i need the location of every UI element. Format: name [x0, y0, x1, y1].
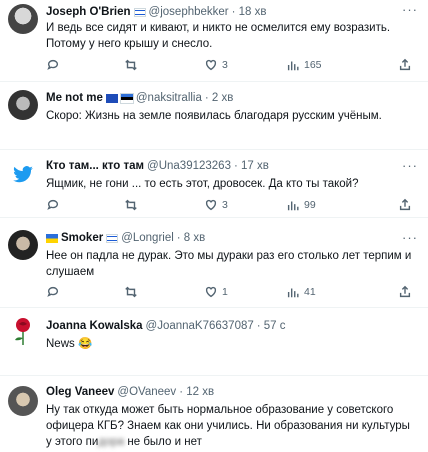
more-icon[interactable]: ···	[402, 230, 418, 245]
author-handle[interactable]: @OVaneev	[117, 386, 176, 398]
retweet-icon	[125, 59, 137, 71]
share-icon	[399, 285, 411, 298]
like-button[interactable]: 3	[204, 58, 228, 72]
reply-button[interactable]	[46, 58, 60, 72]
share-button[interactable]	[398, 198, 412, 212]
views-icon	[287, 288, 299, 298]
tweet-text: Ящмик, не гони ... то есть этот, дровосе…	[46, 178, 359, 190]
author-name[interactable]: Me not me	[46, 92, 103, 104]
tweet-text: News 😂	[46, 338, 93, 350]
avatar[interactable]	[8, 316, 38, 346]
tweet[interactable]: Joseph O'Brien @josephbekker · 18 хв ···…	[0, 0, 428, 82]
heart-icon	[205, 59, 217, 71]
tweet-time[interactable]: · 12 хв	[179, 386, 214, 398]
twitter-bird-icon	[13, 166, 33, 183]
author-handle[interactable]: @Longriel	[121, 232, 174, 244]
tweet-time[interactable]: · 8 хв	[177, 232, 205, 244]
tweet[interactable]: Oleg Vaneev @OVaneev · 12 хв Ну так отку…	[0, 376, 428, 452]
rose-icon	[15, 318, 30, 345]
like-count: 3	[222, 199, 228, 211]
tweet-text: Нее он падла не дурак. Это мы дураки раз…	[46, 250, 412, 278]
tweet-time[interactable]: · 18 хв	[232, 6, 267, 18]
tweet-text: Ну так откуда может быть нормальное обра…	[46, 402, 414, 450]
views-button[interactable]: 41	[286, 285, 316, 299]
israel-flag-icon	[133, 7, 146, 17]
like-button[interactable]: 1	[204, 285, 228, 299]
avatar[interactable]	[8, 386, 38, 416]
share-button[interactable]	[398, 58, 412, 72]
avatar[interactable]	[8, 160, 38, 190]
heart-icon	[205, 286, 217, 298]
author-handle[interactable]: @naksitrallia	[136, 92, 202, 104]
views-count: 41	[304, 286, 316, 298]
like-count: 3	[222, 59, 228, 71]
author-handle[interactable]: @josephbekker	[149, 6, 229, 18]
share-button[interactable]	[398, 285, 412, 299]
avatar[interactable]	[8, 90, 38, 120]
reply-icon	[47, 59, 59, 70]
avatar[interactable]	[8, 4, 38, 34]
tweet-text: И ведь все сидят и кивают, и никто не ос…	[46, 22, 391, 50]
like-button[interactable]: 3	[204, 198, 228, 212]
retweet-button[interactable]	[124, 198, 138, 212]
author-name[interactable]: Joseph O'Brien	[46, 6, 131, 18]
author-name[interactable]: Oleg Vaneev	[46, 386, 114, 398]
tweet[interactable]: Smoker @Longriel · 8 хв ··· Нее он падла…	[0, 218, 428, 308]
tweet-time[interactable]: · 2 хв	[205, 92, 233, 104]
tweet[interactable]: Кто там... кто там @Una39123263 · 17 хв …	[0, 150, 428, 218]
retweet-icon	[125, 199, 137, 211]
more-icon[interactable]: ···	[402, 158, 418, 173]
reply-icon	[47, 199, 59, 210]
share-icon	[399, 58, 411, 71]
tweet-text-blurred: дора	[98, 436, 125, 448]
tweet-text-end: не было и нет	[124, 436, 202, 448]
views-button[interactable]: 165	[286, 58, 322, 72]
tweet[interactable]: Joanna Kowalska @JoannaK76637087 · 57 с …	[0, 308, 428, 376]
ukraine-flag-icon	[46, 233, 58, 243]
retweet-button[interactable]	[124, 58, 138, 72]
israel-flag-icon	[106, 233, 119, 243]
retweet-icon	[125, 286, 137, 298]
reply-icon	[47, 286, 59, 297]
tweet-time[interactable]: · 57 с	[257, 320, 286, 332]
estonia-flag-icon	[119, 92, 134, 104]
like-count: 1	[222, 286, 228, 298]
views-icon	[287, 201, 299, 211]
tweet-time[interactable]: · 17 хв	[234, 160, 269, 172]
reply-button[interactable]	[46, 285, 60, 299]
retweet-button[interactable]	[124, 285, 138, 299]
author-handle[interactable]: @JoannaK76637087	[146, 320, 254, 332]
author-name[interactable]: Smoker	[61, 232, 103, 244]
tweet-text: Скоро: Жизнь на земле появилась благодар…	[46, 110, 382, 122]
heart-icon	[205, 199, 217, 211]
tweet[interactable]: Me not me @naksitrallia · 2 хв Скоро: Жи…	[0, 82, 428, 150]
views-button[interactable]: 99	[286, 198, 316, 212]
eu-flag-icon	[105, 93, 118, 103]
author-handle[interactable]: @Una39123263	[147, 160, 231, 172]
avatar[interactable]	[8, 230, 38, 260]
more-icon[interactable]: ···	[402, 2, 418, 17]
author-name[interactable]: Кто там... кто там	[46, 160, 144, 172]
reply-button[interactable]	[46, 198, 60, 212]
author-name[interactable]: Joanna Kowalska	[46, 320, 143, 332]
views-icon	[287, 61, 299, 71]
views-count: 99	[304, 199, 316, 211]
share-icon	[399, 198, 411, 211]
views-count: 165	[304, 59, 322, 71]
